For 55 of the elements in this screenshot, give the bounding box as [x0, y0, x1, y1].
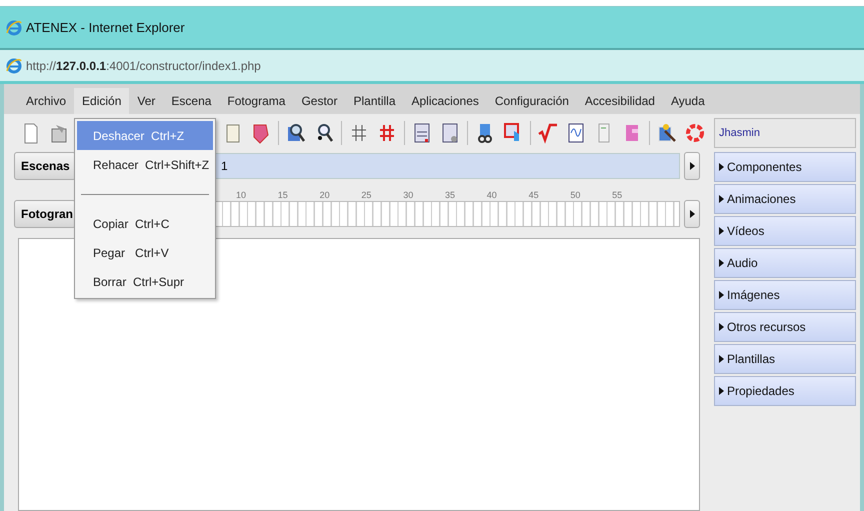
menu-item[interactable]: Accesibilidad	[576, 88, 663, 114]
ruler-label: 25	[361, 190, 372, 200]
accordion-header[interactable]: Vídeos	[714, 216, 856, 246]
frames-button[interactable]: Fotogran	[14, 200, 76, 228]
ruler-label: 20	[320, 190, 331, 200]
ruler-label: 45	[528, 190, 540, 200]
menu-item[interactable]: Aplicaciones	[404, 88, 487, 114]
scroll-right-button[interactable]	[684, 152, 700, 180]
triangle-icon	[719, 355, 724, 363]
triangle-icon	[719, 227, 724, 235]
square-root-icon[interactable]	[537, 121, 559, 145]
menu-item[interactable]: Configuración	[486, 88, 577, 114]
menu-item[interactable]: Escena	[163, 88, 220, 114]
triangle-icon	[719, 387, 724, 395]
accordion-header[interactable]: Animaciones	[714, 184, 856, 214]
menu-item[interactable]: Gestor	[293, 88, 346, 114]
menu-option[interactable]: Borrar Ctrl+Supr	[77, 267, 213, 296]
ruler-label: 15	[278, 190, 289, 200]
triangle-icon	[719, 323, 724, 331]
browser-logo-icon	[6, 20, 22, 36]
scenes-button[interactable]: Escenas	[14, 152, 76, 180]
scroll-right-button[interactable]	[684, 200, 700, 228]
accordion-header[interactable]: Propiedades	[714, 376, 856, 406]
accordion-header[interactable]: Componentes	[714, 152, 856, 182]
triangle-icon	[690, 162, 694, 170]
ruler-label: 40	[486, 190, 498, 200]
address-url[interactable]: http://127.0.0.1:4001/constructor/index1.php	[26, 58, 261, 72]
user-name: Jhasmin	[714, 118, 856, 148]
accordion-header[interactable]: Plantillas	[714, 344, 856, 374]
lifebuoy-icon[interactable]	[684, 121, 706, 145]
triangle-icon	[719, 195, 724, 203]
triangle-icon	[690, 210, 694, 218]
menu-item[interactable]: Archivo	[18, 88, 74, 114]
window-title: ATENEX - Internet Explorer	[26, 20, 185, 35]
menu-option[interactable]: Rehacer Ctrl+Shift+Z	[77, 150, 213, 179]
ruler-label: 30	[403, 190, 414, 200]
triangle-icon	[719, 291, 724, 299]
menu-item[interactable]: Ver	[129, 88, 164, 114]
menu-item[interactable]: Plantilla	[345, 88, 404, 114]
ruler-label: 35	[444, 190, 456, 200]
menu-item[interactable]: Edición	[74, 88, 130, 114]
browser-logo-icon	[6, 58, 22, 74]
ruler-label: 10	[236, 190, 248, 200]
menu-option[interactable]: Copiar Ctrl+C	[77, 209, 213, 238]
scene-tab[interactable]: 1	[221, 159, 228, 173]
triangle-icon	[719, 163, 724, 171]
triangle-icon	[719, 259, 724, 267]
accordion-header[interactable]: Imágenes	[714, 280, 856, 310]
menu-option[interactable]: Pegar Ctrl+V	[77, 238, 213, 267]
ruler-label: 50	[570, 190, 582, 200]
ruler-label: 55	[612, 190, 624, 200]
menu-item[interactable]: Ayuda	[662, 88, 713, 114]
accordion-header[interactable]: Audio	[714, 248, 856, 278]
accordion-header[interactable]: Otros recursos	[714, 312, 856, 342]
menu-item[interactable]: Fotograma	[219, 88, 294, 114]
